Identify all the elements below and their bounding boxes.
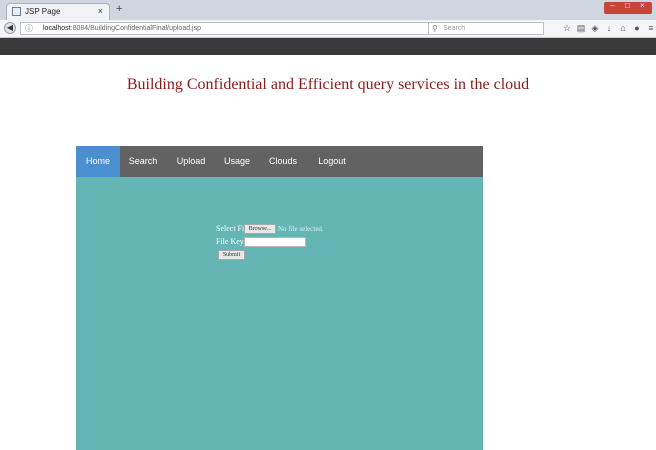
minimize-icon[interactable]: – (610, 1, 614, 10)
browser-titlebar: JSP Page × + – □ × (0, 0, 656, 20)
page-favicon-icon (12, 7, 21, 16)
home-icon[interactable]: ⌂ (616, 22, 630, 34)
no-file-text: No file selected. (278, 225, 324, 233)
maximize-icon[interactable]: □ (625, 1, 630, 10)
page-title: Building Confidential and Efficient quer… (126, 76, 530, 93)
browse-button[interactable]: Browse... (244, 224, 276, 234)
menu-bar: Home Search Upload Usage Clouds Logout (76, 146, 483, 177)
select-file-row: Select File Browse... No file selected. (216, 224, 324, 234)
window-controls: – □ × (604, 1, 652, 14)
url-path: :8084/BuildingConfidentialFinal/upload.j… (70, 25, 202, 32)
menu-icon[interactable]: ≡ (644, 22, 656, 34)
browser-navbar: ◀ ⓘ localhost:8084/BuildingConfidentialF… (0, 20, 656, 38)
url-text[interactable]: localhost:8084/BuildingConfidentialFinal… (43, 23, 201, 34)
chat-icon[interactable]: ● (630, 22, 644, 34)
download-icon[interactable]: ↓ (602, 22, 616, 34)
new-tab-button[interactable]: + (116, 4, 122, 15)
close-window-icon[interactable]: × (640, 1, 645, 10)
file-key-label: File Key (216, 237, 244, 246)
main-panel: Home Search Upload Usage Clouds Logout S… (76, 146, 483, 450)
search-placeholder: Search (443, 25, 466, 32)
menu-item-upload[interactable]: Upload (174, 146, 208, 177)
menu-item-logout[interactable]: Logout (314, 146, 350, 177)
site-info-icon[interactable]: ⓘ (25, 23, 33, 34)
search-icon: ⚲ (432, 24, 438, 33)
browser-tab[interactable]: JSP Page × (6, 3, 110, 20)
search-bar[interactable]: ⚲ Search (428, 22, 544, 35)
url-bar[interactable]: ⓘ localhost:8084/BuildingConfidentialFin… (20, 22, 460, 35)
shield-icon[interactable]: ◈ (588, 22, 602, 34)
submit-button[interactable]: Submit (218, 250, 245, 260)
back-button[interactable]: ◀ (4, 22, 16, 34)
menu-item-home[interactable]: Home (76, 146, 120, 177)
clipboard-icon[interactable]: ▤ (574, 22, 588, 34)
url-host: localhost (43, 25, 71, 32)
file-key-row: File Key (216, 237, 306, 247)
tab-close-icon[interactable]: × (98, 6, 103, 16)
menu-item-search[interactable]: Search (126, 146, 160, 177)
page-top-strip (0, 38, 656, 55)
toolbar-icons: ☆ ▤ ◈ ↓ ⌂ ● ≡ (560, 22, 656, 34)
menu-item-clouds[interactable]: Clouds (266, 146, 300, 177)
tab-title: JSP Page (25, 7, 61, 16)
back-arrow-icon: ◀ (6, 23, 14, 32)
menu-item-usage[interactable]: Usage (222, 146, 252, 177)
star-icon[interactable]: ☆ (560, 22, 574, 34)
file-key-input[interactable] (244, 237, 306, 247)
